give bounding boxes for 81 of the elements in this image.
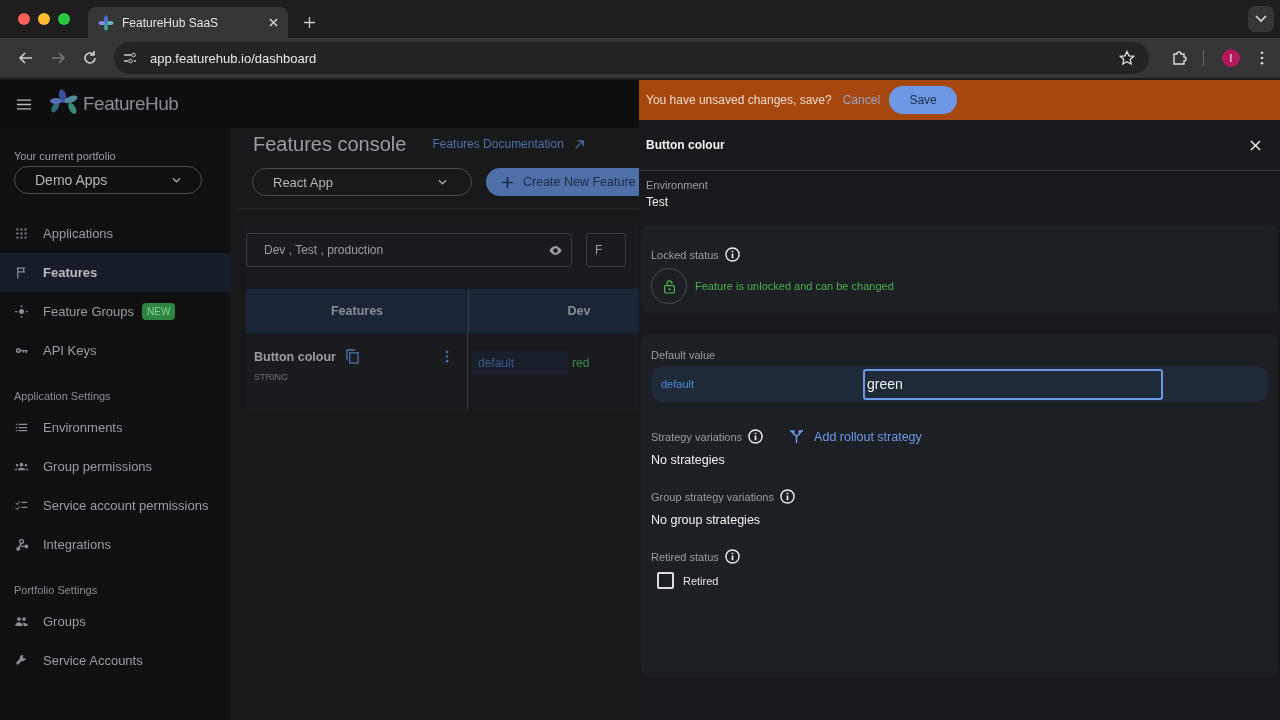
locked-status-label: Locked status xyxy=(651,248,719,261)
menu-item-icon xyxy=(14,614,29,629)
section-heading: Portfolio Settings xyxy=(14,584,99,596)
no-strategies-text: No strategies xyxy=(651,453,726,467)
menu-item-icon xyxy=(14,226,29,241)
menu-item-icon xyxy=(14,537,29,552)
info-icon[interactable] xyxy=(724,247,740,262)
puzzle-icon[interactable] xyxy=(1171,50,1187,66)
browser-tab[interactable]: FeatureHub SaaS xyxy=(88,7,288,38)
eye-icon[interactable] xyxy=(548,244,563,256)
close-icon[interactable] xyxy=(1250,139,1261,151)
documentation-link[interactable]: Features Documentation xyxy=(432,137,585,151)
value-input[interactable]: green xyxy=(863,368,1163,400)
column-header: Features xyxy=(246,289,469,333)
new-badge: NEW xyxy=(142,303,176,320)
forward-icon[interactable] xyxy=(50,50,66,66)
menu-item-icon xyxy=(14,304,29,319)
environment-label: Environment xyxy=(646,179,709,191)
retired-checkbox[interactable] xyxy=(657,572,674,589)
page-title: Features console xyxy=(253,132,407,156)
fork-icon xyxy=(789,429,805,444)
close-window-button[interactable] xyxy=(18,13,30,25)
address-bar[interactable]: app.featurehub.io/dashboard xyxy=(114,42,1149,74)
plus-icon xyxy=(502,176,513,188)
close-icon[interactable] xyxy=(269,18,278,27)
menu-item-icon xyxy=(14,653,29,668)
lock-status-text: Feature is unlocked and can be changed xyxy=(695,280,894,292)
menu-item-icon xyxy=(14,498,29,513)
feature-type: STRING xyxy=(254,372,289,382)
sidebar-item[interactable]: Service Accounts xyxy=(0,641,230,680)
retired-status-label: Retired status xyxy=(651,550,719,563)
add-rollout-strategy-link[interactable]: Add rollout strategy xyxy=(789,429,922,444)
sidebar-item[interactable]: Group permissions xyxy=(0,447,230,486)
sidebar-item[interactable]: Environments xyxy=(0,408,230,447)
section-heading: Application Settings xyxy=(14,390,112,402)
info-icon[interactable] xyxy=(724,549,740,564)
feature-value: red xyxy=(571,355,591,372)
environment-filter[interactable]: Dev , Test , production xyxy=(246,233,572,267)
sidebar-item[interactable]: Applications xyxy=(0,214,230,253)
chevron-icon xyxy=(438,179,447,185)
portfolio-label: Your current portfolio xyxy=(14,150,117,162)
sidebar-item[interactable]: Integrations xyxy=(0,525,230,564)
no-group-strategies-text: No group strategies xyxy=(651,513,762,527)
back-icon[interactable] xyxy=(18,50,34,66)
sidebar-item[interactable]: Groups xyxy=(0,602,230,641)
chevron-icon xyxy=(1255,15,1267,23)
value-label: default xyxy=(661,378,696,390)
sidebar-item[interactable]: Features xyxy=(0,253,230,292)
reload-icon[interactable] xyxy=(82,50,98,66)
group-strategy-label: Group strategy variations xyxy=(651,490,774,503)
info-icon[interactable] xyxy=(748,429,764,444)
info-icon[interactable] xyxy=(779,489,795,504)
padlock-icon xyxy=(662,278,676,294)
retired-label: Retired xyxy=(683,574,719,587)
more-icon[interactable] xyxy=(1260,51,1264,65)
maximize-window-button[interactable] xyxy=(58,13,70,25)
external-link-icon xyxy=(573,138,585,150)
default-value-label: Default value xyxy=(651,349,717,361)
save-button[interactable]: Save xyxy=(889,86,958,114)
profile-avatar[interactable]: I xyxy=(1222,49,1240,67)
tab-list-button[interactable] xyxy=(1248,6,1274,32)
sidebar-item[interactable]: API Keys xyxy=(0,331,230,370)
copy-icon[interactable] xyxy=(345,349,359,364)
sidebar-item[interactable]: Service account permissions xyxy=(0,486,230,525)
flower-icon xyxy=(98,14,114,31)
column-header: Dev xyxy=(566,303,592,320)
value-label: default xyxy=(472,351,568,375)
new-tab-icon[interactable] xyxy=(304,17,315,28)
banner-message: You have unsaved changes, save? xyxy=(646,93,832,107)
filter-field[interactable]: F xyxy=(586,233,626,267)
strategy-variations-label: Strategy variations xyxy=(651,430,743,443)
feature-name: Button colour xyxy=(254,349,336,364)
environment-name: Test xyxy=(646,195,669,209)
sidebar-item[interactable]: Feature Groups NEW xyxy=(0,292,230,331)
menu-icon[interactable] xyxy=(17,98,31,110)
drawer-title: Button colour xyxy=(646,138,725,152)
site-settings-icon[interactable] xyxy=(122,50,138,66)
chevron-icon xyxy=(172,177,181,183)
star-icon[interactable] xyxy=(1119,50,1135,66)
brand-name: FeatureHub xyxy=(83,93,179,115)
minimize-window-button[interactable] xyxy=(38,13,50,25)
